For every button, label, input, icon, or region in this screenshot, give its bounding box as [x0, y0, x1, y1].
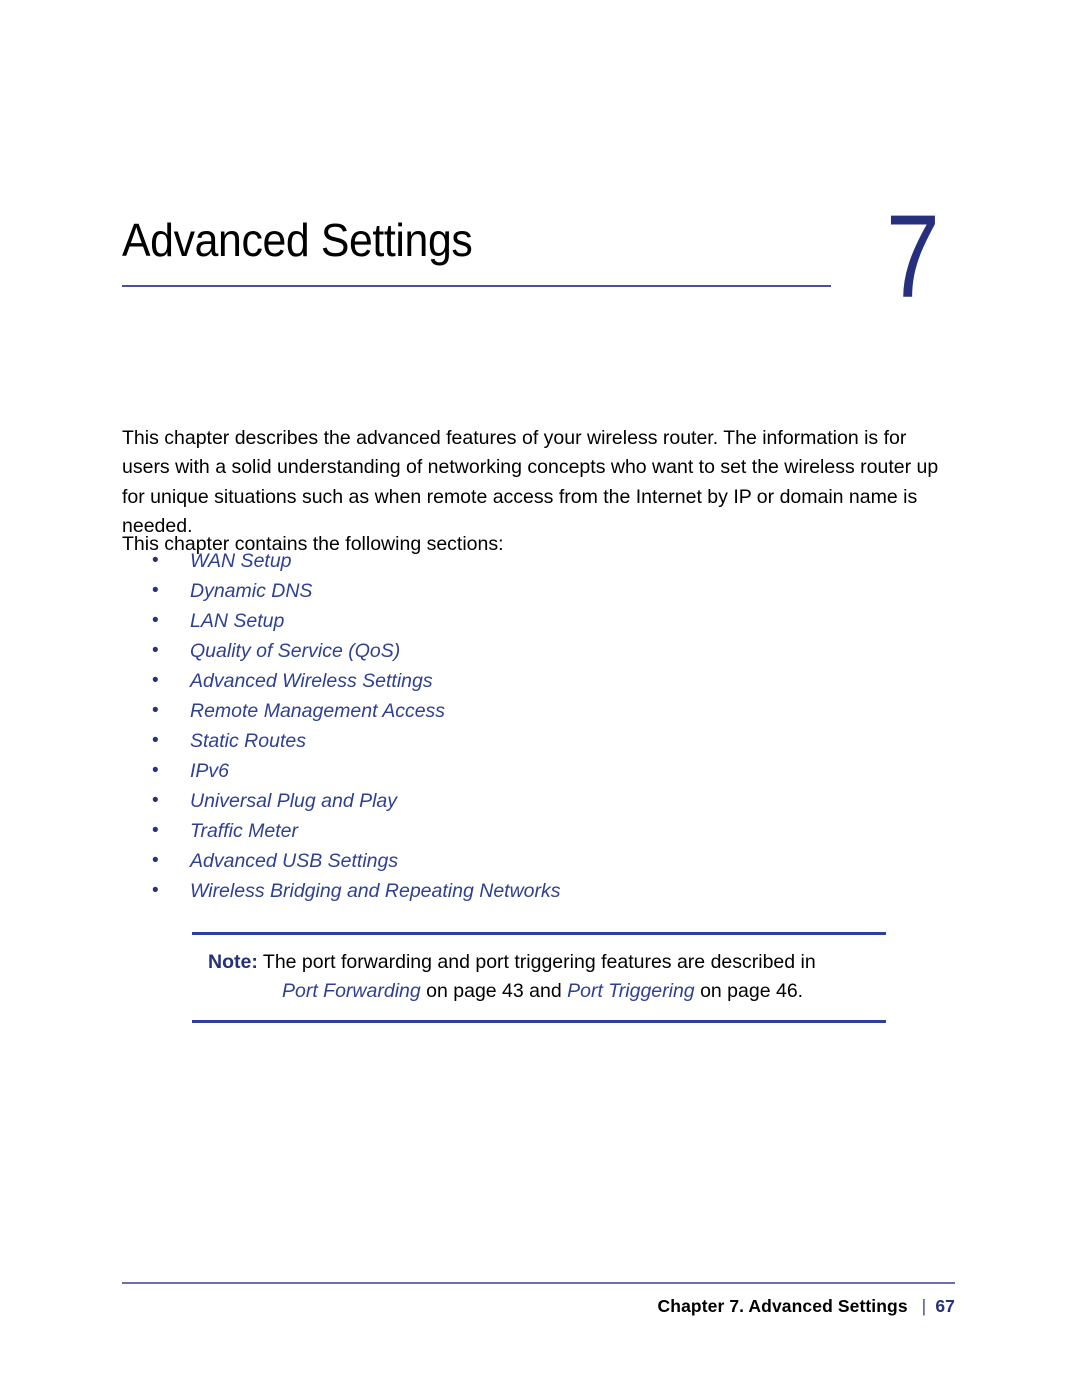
footer-divider: [122, 1282, 955, 1284]
section-link-label[interactable]: Dynamic DNS: [190, 580, 312, 602]
section-link-label[interactable]: IPv6: [190, 760, 229, 782]
note-first-line: Note: The port forwarding and port trigg…: [192, 948, 886, 977]
footer-chapter-text: Chapter 7. Advanced Settings: [657, 1296, 908, 1316]
bullet-icon: •: [152, 730, 159, 751]
bullet-icon: •: [152, 550, 159, 571]
section-link-label[interactable]: Remote Management Access: [190, 700, 445, 722]
page-number: 67: [935, 1296, 955, 1316]
list-item[interactable]: • IPv6: [152, 756, 912, 786]
bullet-icon: •: [152, 820, 159, 841]
bullet-icon: •: [152, 670, 159, 691]
list-item[interactable]: • WAN Setup: [152, 546, 912, 576]
list-item[interactable]: • Remote Management Access: [152, 696, 912, 726]
list-item[interactable]: • Traffic Meter: [152, 816, 912, 846]
list-item[interactable]: • Static Routes: [152, 726, 912, 756]
section-link-label[interactable]: Traffic Meter: [190, 820, 298, 842]
list-item[interactable]: • LAN Setup: [152, 606, 912, 636]
bullet-icon: •: [152, 760, 159, 781]
section-link-label[interactable]: WAN Setup: [190, 550, 292, 572]
section-link-label[interactable]: LAN Setup: [190, 610, 284, 632]
bullet-icon: •: [152, 700, 159, 721]
bullet-icon: •: [152, 790, 159, 811]
note-mid-text: on page 43 and: [426, 980, 562, 1002]
intro-paragraph: This chapter describes the advanced feat…: [122, 426, 939, 538]
note-second-line: Port Forwarding on page 43 and Port Trig…: [192, 977, 886, 1006]
note-content: Note: The port forwarding and port trigg…: [192, 935, 886, 1020]
bullet-icon: •: [152, 580, 159, 601]
section-link-label[interactable]: Universal Plug and Play: [190, 790, 397, 812]
note-bottom-divider: [192, 1020, 886, 1023]
title-divider: [122, 285, 831, 287]
bullet-icon: •: [152, 880, 159, 901]
note-end-text: on page 46.: [700, 980, 804, 1002]
chapter-header: Advanced Settings 7: [122, 198, 958, 332]
list-item[interactable]: • Quality of Service (QoS): [152, 636, 912, 666]
page-footer: Chapter 7. Advanced Settings | 67: [122, 1293, 955, 1319]
note-link-port-forwarding[interactable]: Port Forwarding: [282, 980, 421, 1002]
section-link-list: • WAN Setup • Dynamic DNS • LAN Setup • …: [152, 546, 912, 906]
bullet-icon: •: [152, 640, 159, 661]
footer-separator: |: [921, 1296, 927, 1316]
note-text: The port forwarding and port triggering …: [262, 951, 816, 973]
bullet-icon: •: [152, 850, 159, 871]
section-link-label[interactable]: Static Routes: [190, 730, 306, 752]
section-link-label[interactable]: Wireless Bridging and Repeating Networks: [190, 880, 561, 902]
bullet-icon: •: [152, 610, 159, 631]
section-link-label[interactable]: Quality of Service (QoS): [190, 640, 400, 662]
note-link-port-triggering[interactable]: Port Triggering: [567, 980, 695, 1002]
note-box: Note: The port forwarding and port trigg…: [192, 932, 886, 1023]
list-item[interactable]: • Universal Plug and Play: [152, 786, 912, 816]
page-title: Advanced Settings: [122, 214, 473, 266]
list-item[interactable]: • Wireless Bridging and Repeating Networ…: [152, 876, 912, 906]
list-item[interactable]: • Advanced USB Settings: [152, 846, 912, 876]
document-page: Advanced Settings 7 This chapter describ…: [0, 0, 1080, 1397]
list-item[interactable]: • Advanced Wireless Settings: [152, 666, 912, 696]
section-link-label[interactable]: Advanced USB Settings: [190, 850, 398, 872]
chapter-number: 7: [886, 191, 940, 323]
list-item[interactable]: • Dynamic DNS: [152, 576, 912, 606]
section-link-label[interactable]: Advanced Wireless Settings: [190, 670, 433, 692]
note-label: Note:: [208, 951, 258, 973]
